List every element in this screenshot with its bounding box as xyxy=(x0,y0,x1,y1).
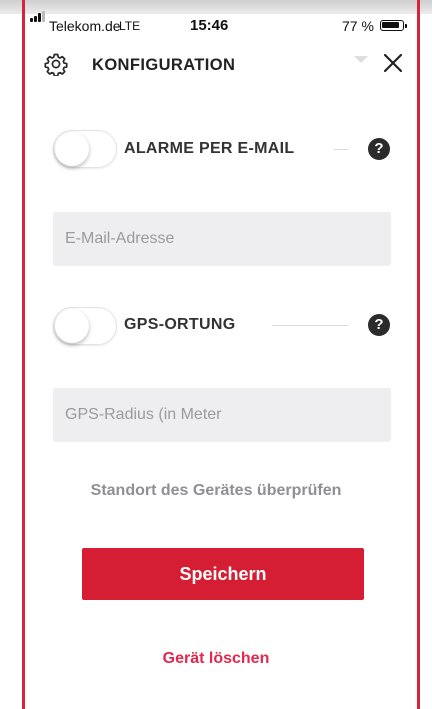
page-title: KONFIGURATION xyxy=(92,56,236,74)
gps-help-icon[interactable]: ? xyxy=(368,314,390,336)
email-alarm-label: ALARME PER E-MAIL xyxy=(124,140,295,157)
battery-icon xyxy=(380,20,407,31)
email-alarm-help-icon[interactable]: ? xyxy=(368,138,390,160)
check-location-link[interactable]: Standort des Gerätes überprüfen xyxy=(0,482,432,500)
network-type: LTE xyxy=(119,19,141,33)
email-alarm-toggle[interactable] xyxy=(53,130,117,168)
battery-percent: 77 % xyxy=(342,18,374,34)
divider-line xyxy=(334,149,348,150)
delete-device-link[interactable]: Gerät löschen xyxy=(0,650,432,668)
divider-line xyxy=(272,325,348,326)
status-bar: Telekom.de LTE 15:46 77 % xyxy=(0,11,432,38)
gps-label: GPS-ORTUNG xyxy=(124,316,236,333)
gear-icon xyxy=(44,53,68,76)
email-field[interactable] xyxy=(53,212,391,266)
carrier-name: Telekom.de xyxy=(49,18,121,34)
close-icon[interactable] xyxy=(380,50,406,76)
modal-border-right xyxy=(417,0,420,709)
background-blur xyxy=(0,0,432,14)
modal-border-left xyxy=(22,0,25,709)
gps-radius-field[interactable] xyxy=(53,388,391,442)
save-button[interactable]: Speichern xyxy=(82,548,364,600)
gps-toggle[interactable] xyxy=(53,307,117,345)
status-time: 15:46 xyxy=(190,17,229,34)
toggle-knob xyxy=(55,309,89,343)
toggle-knob xyxy=(55,132,89,166)
modal-header: KONFIGURATION xyxy=(0,50,432,84)
